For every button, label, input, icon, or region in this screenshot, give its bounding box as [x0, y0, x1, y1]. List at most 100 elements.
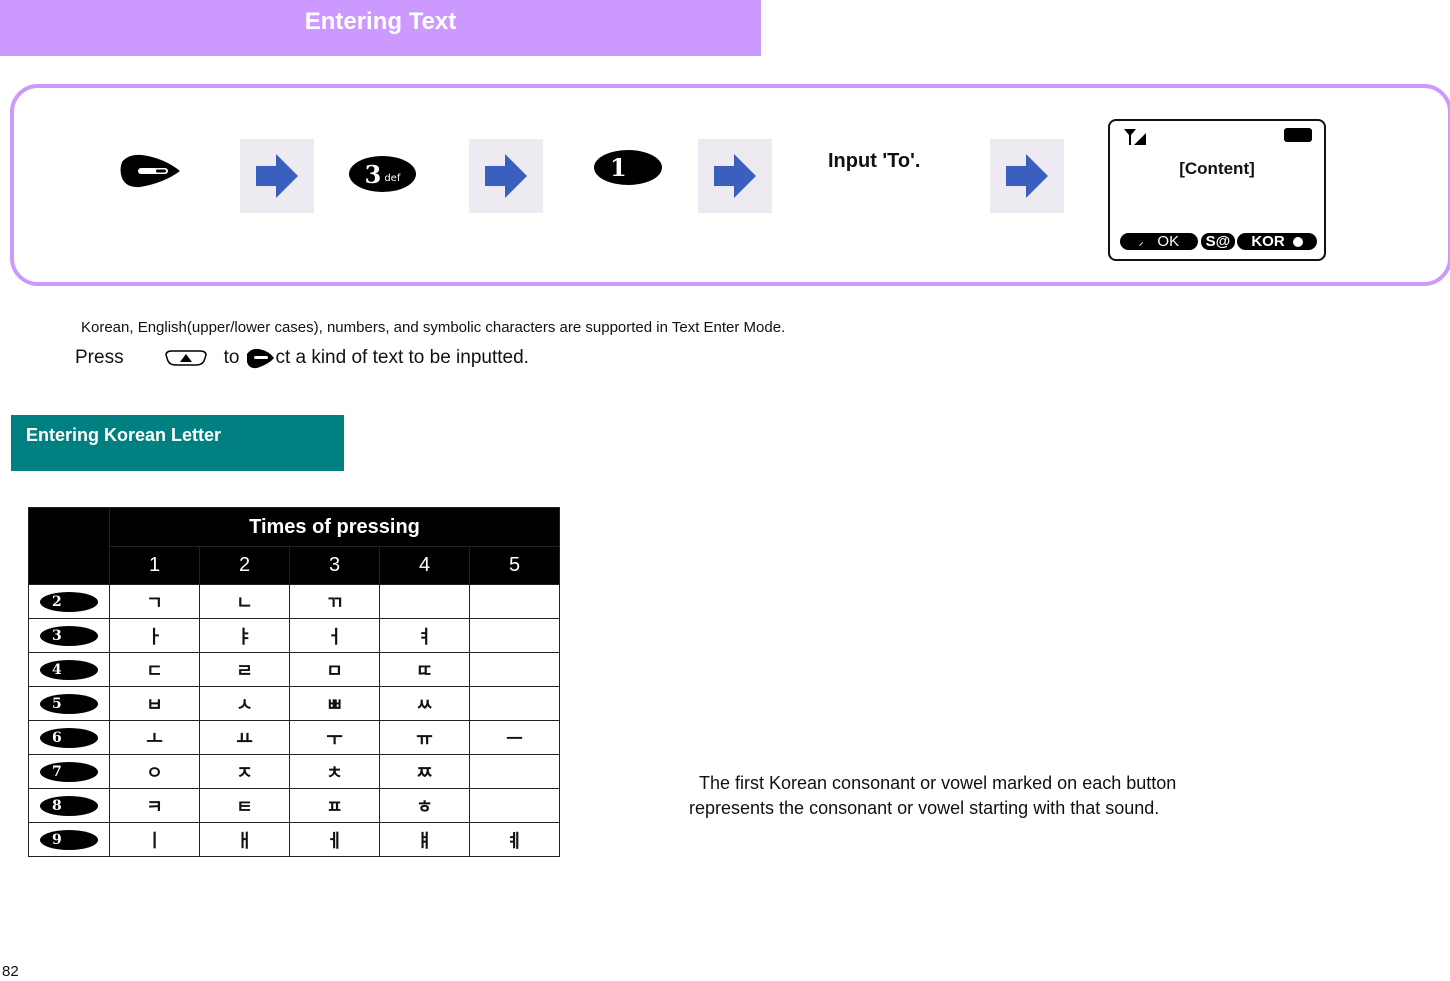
table-row: 8ㅋㅌㅍㅎ — [28, 788, 560, 823]
table-title: Times of pressing — [109, 507, 560, 547]
char-cell: ㅍ — [289, 788, 380, 823]
char-cell: ㅓ — [289, 618, 380, 653]
char-cell: ㅖ — [469, 822, 560, 857]
right-arrow-icon — [485, 154, 527, 198]
key-cell: 9 — [28, 822, 110, 857]
page-number: 82 — [2, 963, 19, 980]
char-cell: ㄱ — [109, 584, 200, 619]
char-cell: ㅐ — [199, 822, 290, 857]
key-3-icon: 3 — [40, 625, 98, 646]
menu-soft-key-icon — [247, 348, 275, 369]
key-6-icon: 6 — [40, 727, 98, 748]
key-1-icon: 1 — [594, 150, 662, 185]
char-cell: ㅠ — [379, 720, 470, 755]
char-cell: ㅣ — [109, 822, 200, 857]
char-cell: ㅂ — [109, 686, 200, 721]
key-cell: 2 — [28, 584, 110, 619]
step-arrow — [990, 139, 1064, 213]
char-cell: ㅏ — [109, 618, 200, 653]
right-arrow-icon — [1006, 154, 1048, 198]
char-cell — [469, 652, 560, 687]
key-cell: 3 — [28, 618, 110, 653]
column-header: 4 — [379, 546, 470, 585]
char-cell: ㅌ — [199, 788, 290, 823]
key-9-icon: 9 — [40, 829, 98, 850]
table-corner — [28, 507, 110, 585]
char-cell: ㅉ — [379, 754, 470, 789]
column-header: 3 — [289, 546, 380, 585]
key-8-icon: 8 — [40, 795, 98, 816]
key-4-icon: 4 — [40, 659, 98, 680]
char-cell: ㅈ — [199, 754, 290, 789]
char-cell: ㅆ — [379, 686, 470, 721]
char-cell — [469, 754, 560, 789]
char-cell — [469, 686, 560, 721]
key-cell: 7 — [28, 754, 110, 789]
char-cell: ㅗ — [109, 720, 200, 755]
softkey-kor: KOR — [1237, 233, 1317, 250]
description: The first Korean consonant or vowel mark… — [689, 771, 1176, 821]
section-title: Entering Korean Letter — [26, 425, 222, 445]
key-3-sub: def — [384, 172, 401, 184]
char-cell: ㅔ — [289, 822, 380, 857]
table-row: 9ㅣㅐㅔㅒㅖ — [28, 822, 560, 857]
description-line-2: represents the consonant or vowel starti… — [689, 798, 1160, 818]
step-arrow — [469, 139, 543, 213]
char-cell: ㄴ — [199, 584, 290, 619]
char-cell: ㅒ — [379, 822, 470, 857]
column-header: 5 — [469, 546, 560, 585]
key-5-icon: 5 — [40, 693, 98, 714]
table-row: 2ㄱㄴㄲ — [28, 584, 560, 619]
column-header: 2 — [199, 546, 290, 585]
key-3-label: 3 — [364, 159, 382, 189]
char-cell: ㅛ — [199, 720, 290, 755]
right-arrow-icon — [714, 154, 756, 198]
screen-content-label: [Content] — [1179, 159, 1255, 178]
table-row: 7ㅇㅈㅊㅉ — [28, 754, 560, 789]
char-cell — [379, 584, 470, 619]
battery-icon — [1284, 128, 1312, 142]
key-3-icon: 3 def — [349, 156, 416, 192]
key-cell: 4 — [28, 652, 110, 687]
column-header: 1 — [109, 546, 200, 585]
char-cell: ㄸ — [379, 652, 470, 687]
char-cell: ㅑ — [199, 618, 290, 653]
softkey-left-icon: ⸝ — [1138, 237, 1144, 247]
char-cell: ㅅ — [199, 686, 290, 721]
table-row: 4ㄷㄹㅁㄸ — [28, 652, 560, 687]
table-row: 6ㅗㅛㅜㅠㅡ — [28, 720, 560, 755]
phone-screen: [Content] ⸝ OK S@ KOR — [1108, 119, 1326, 261]
table-row: 5ㅂㅅㅃㅆ — [28, 686, 560, 721]
char-cell: ㅃ — [289, 686, 380, 721]
press-note: Press to ct a kind of text to be inputte… — [75, 347, 529, 369]
key-cell: 8 — [28, 788, 110, 823]
table-row: 3ㅏㅑㅓㅕ — [28, 618, 560, 653]
page-title: Entering Text — [304, 8, 457, 35]
key-2-icon: 2 — [40, 591, 98, 612]
table-body: 2ㄱㄴㄲ3ㅏㅑㅓㅕ4ㄷㄹㅁㄸ5ㅂㅅㅃㅆ6ㅗㅛㅜㅠㅡ7ㅇㅈㅊㅉ8ㅋㅌㅍㅎ9ㅣㅐㅔㅒ… — [28, 584, 560, 857]
char-cell: ㅡ — [469, 720, 560, 755]
char-cell — [469, 584, 560, 619]
char-cell: ㅜ — [289, 720, 380, 755]
key-cell: 5 — [28, 686, 110, 721]
char-cell: ㄹ — [199, 652, 290, 687]
right-arrow-icon — [256, 154, 298, 198]
softkey-symbol: S@ — [1201, 233, 1235, 250]
supported-note: Korean, English(upper/lower cases), numb… — [81, 319, 786, 336]
step-arrow — [698, 139, 772, 213]
char-cell: ㄲ — [289, 584, 380, 619]
key-1-label: 1 — [610, 153, 627, 182]
korean-key-table: Times of pressing 12345 2ㄱㄴㄲ3ㅏㅑㅓㅕ4ㄷㄹㅁㄸ5ㅂ… — [28, 507, 560, 857]
char-cell — [469, 618, 560, 653]
char-cell: ㅎ — [379, 788, 470, 823]
key-cell: 6 — [28, 720, 110, 755]
char-cell: ㅁ — [289, 652, 380, 687]
char-cell: ㅊ — [289, 754, 380, 789]
char-cell: ㅕ — [379, 618, 470, 653]
char-cell — [469, 788, 560, 823]
step-arrow — [240, 139, 314, 213]
softkey-ok: ⸝ OK — [1120, 233, 1198, 250]
char-cell: ㅇ — [109, 754, 200, 789]
description-line-1: The first Korean consonant or vowel mark… — [699, 773, 1177, 793]
menu-soft-key-icon — [118, 152, 182, 195]
